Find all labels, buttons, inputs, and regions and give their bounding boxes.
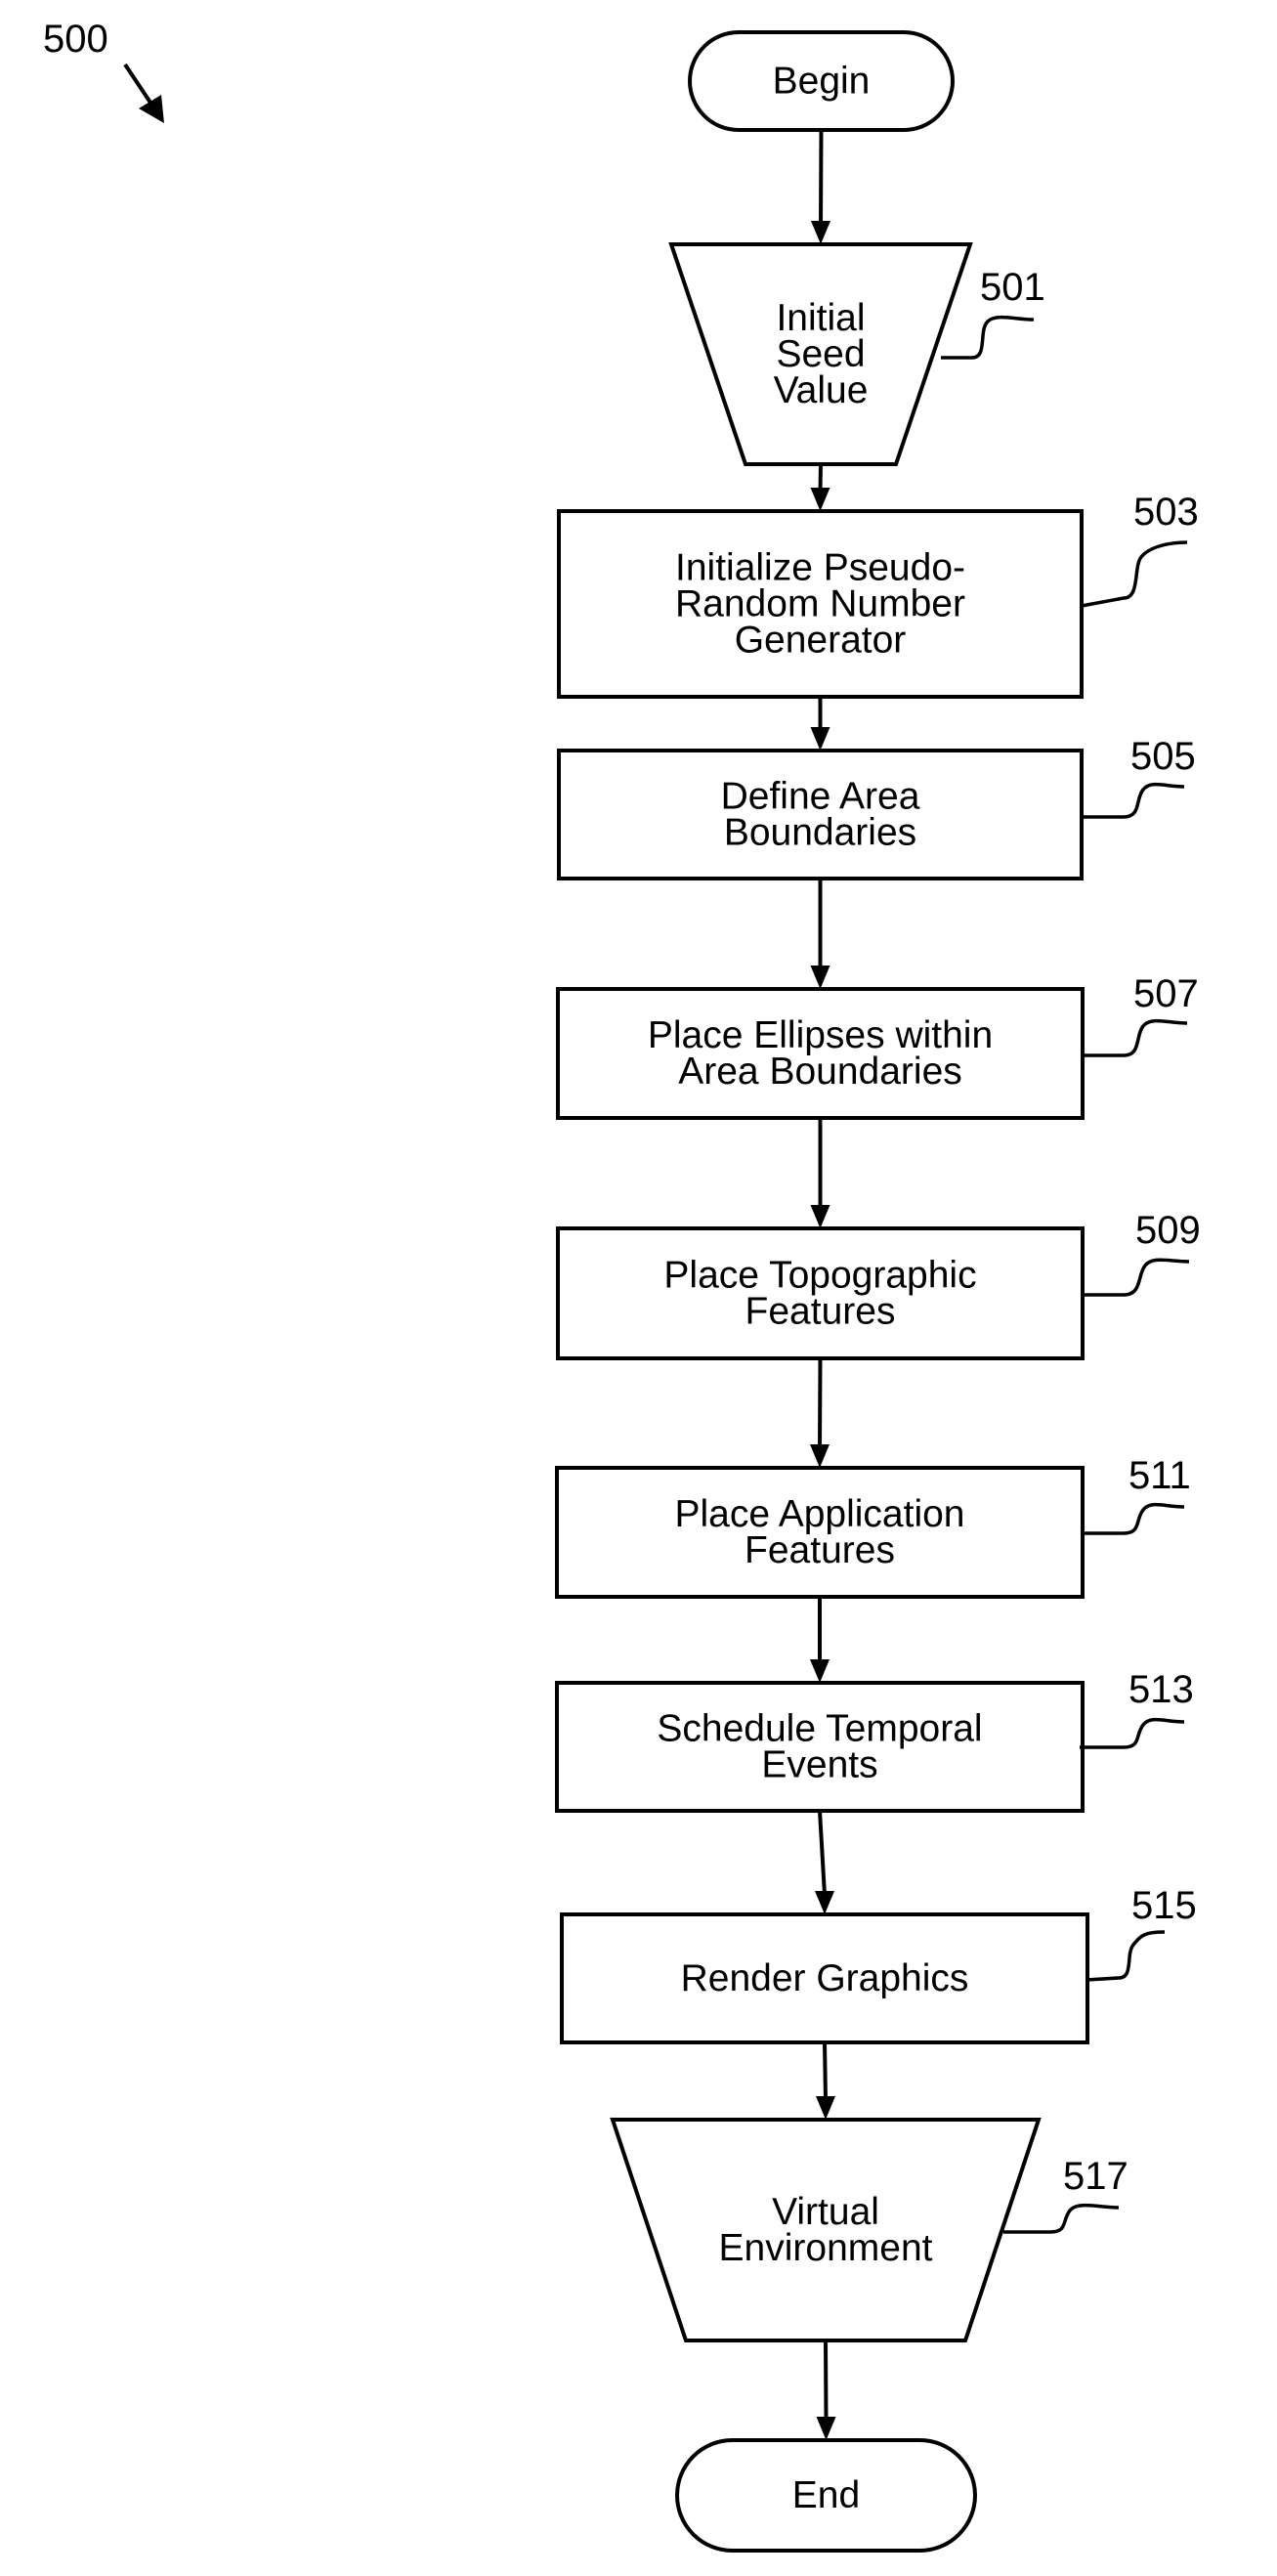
arrowhead-icon	[810, 1444, 830, 1468]
reference-leader-line	[941, 315, 1035, 360]
arrow-shaft	[824, 2340, 829, 2422]
node-label-line: Features	[745, 1529, 895, 1571]
reference-leader-line	[1081, 540, 1188, 608]
node-label-line: End	[792, 2474, 860, 2516]
flow-arrow-begin-to-initial-seed-value	[811, 129, 830, 244]
reference-number-511: 511	[1128, 1454, 1191, 1497]
arrowhead-icon	[810, 727, 830, 751]
node-label-line: Generator	[735, 620, 907, 662]
nodes-layer: Begin InitialSeedValue Initialize Pseudo-R…	[555, 30, 1089, 2553]
reference-leader-line	[1003, 2203, 1120, 2234]
flow-arrow-initial-seed-value-to-initialize-prng	[810, 463, 830, 511]
flow-node-schedule-temporal-events: Schedule TemporalEvents	[555, 1681, 1085, 1813]
flow-node-place-application-features: Place ApplicationFeatures	[555, 1466, 1085, 1599]
arrow-shaft	[818, 1357, 823, 1449]
reference-leader-line	[1082, 782, 1185, 819]
arrowhead-icon	[811, 221, 830, 244]
flow-node-virtual-environment: VirtualEnvironment	[610, 2118, 1042, 2342]
flow-arrow-define-area-boundaries-to-place-ellipses	[810, 879, 830, 989]
arrowhead-icon	[810, 1659, 830, 1683]
flow-node-initial-seed-value: InitialSeedValue	[668, 242, 973, 466]
reference-leader-line	[1081, 1502, 1185, 1535]
reference-leader-line	[1083, 1018, 1188, 1057]
flow-node-end: End	[675, 2438, 977, 2553]
node-label-line: Environment	[719, 2227, 933, 2269]
node-label-line: Events	[761, 1744, 877, 1786]
flow-node-define-area-boundaries: Define AreaBoundaries	[557, 749, 1084, 880]
flow-node-place-topographic-features: Place TopographicFeatures	[556, 1226, 1085, 1360]
arrow-shaft	[823, 2041, 828, 2101]
flow-node-initialize-prng: Initialize Pseudo-Random NumberGenerator	[557, 509, 1084, 699]
arrowhead-icon	[810, 966, 830, 989]
reference-number-517: 517	[1063, 2155, 1128, 2198]
flowchart-canvas: 500 Begin InitialSeedValue Initialize Pseu…	[43, 18, 1201, 2553]
flow-arrow-place-ellipses-to-place-topographic-features	[810, 1118, 830, 1228]
flow-arrow-virtual-environment-to-end	[816, 2340, 836, 2440]
arrowhead-icon	[815, 1891, 834, 1914]
node-label-line: Boundaries	[724, 812, 916, 854]
reference-leader-line	[1085, 1930, 1166, 1982]
arrow-shaft	[818, 463, 823, 493]
figure-reference-arrowhead	[139, 95, 164, 123]
flow-arrow-place-topographic-features-to-place-application-features	[810, 1357, 830, 1468]
flow-arrow-schedule-temporal-events-to-render-graphics	[815, 1810, 834, 1914]
arrowhead-icon	[816, 2417, 836, 2440]
arrow-shaft	[819, 129, 824, 226]
flow-arrow-place-application-features-to-schedule-temporal-events	[810, 1597, 830, 1683]
reference-leader-line	[1080, 1717, 1185, 1749]
flow-arrow-render-graphics-to-virtual-environment	[816, 2041, 835, 2120]
flow-node-render-graphics: Render Graphics	[560, 1912, 1089, 2044]
node-label-line: Features	[745, 1291, 896, 1333]
arrowhead-icon	[810, 488, 830, 511]
reference-number-505: 505	[1130, 735, 1196, 778]
reference-number-507: 507	[1133, 972, 1199, 1015]
flow-arrow-initialize-prng-to-define-area-boundaries	[810, 697, 830, 751]
reference-number-503: 503	[1133, 491, 1199, 534]
flow-node-place-ellipses: Place Ellipses withinArea Boundaries	[556, 987, 1085, 1120]
arrow-shaft	[818, 1810, 827, 1896]
reference-number-515: 515	[1131, 1884, 1197, 1927]
reference-number-509: 509	[1135, 1209, 1201, 1252]
node-label-line: Render Graphics	[681, 1957, 969, 1999]
arrowhead-icon	[816, 2096, 835, 2120]
node-label-line: Begin	[773, 61, 871, 103]
figure-reference-label: 500	[43, 18, 108, 61]
reference-number-501: 501	[980, 266, 1045, 309]
node-label-line: Area Boundaries	[678, 1051, 962, 1093]
reference-leader-line	[1082, 1258, 1190, 1297]
flow-node-begin: Begin	[688, 30, 955, 132]
arrowhead-icon	[810, 1205, 830, 1228]
node-label-line: Value	[774, 369, 869, 411]
reference-number-513: 513	[1128, 1668, 1194, 1711]
